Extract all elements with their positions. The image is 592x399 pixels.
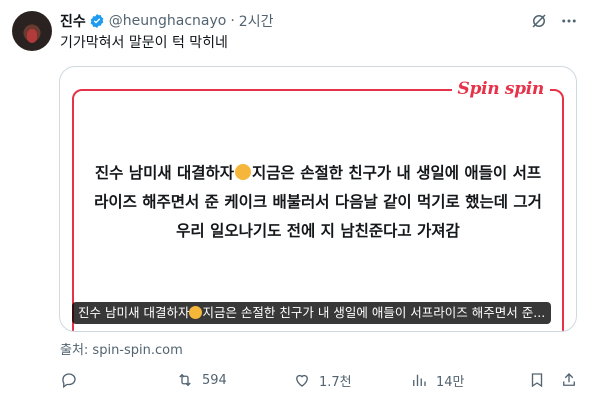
retweet-count: 594	[202, 372, 227, 388]
action-bar: 594 1.7천 14만	[60, 368, 580, 392]
caption-part2: 지금은 손절한 친구가 내 생일에 애들이 서프라이즈 해주면서 준...	[202, 305, 546, 320]
views-count: 14만	[436, 374, 465, 390]
like-icon	[296, 374, 308, 387]
views-button[interactable]: 14만	[410, 371, 465, 390]
card-caption: 진수 남미새 대결하자 지금은 손절한 친구가 내 생일에 애들이 서프라이즈 해…	[72, 302, 552, 324]
grok-icon[interactable]	[530, 12, 548, 30]
card-body-text: 진수 남미새 대결하자 지금은 손절한 친구가 내 생일에 애들이 서프라이즈 해…	[90, 159, 546, 246]
share-icon	[563, 373, 575, 386]
bookmark-icon	[531, 373, 543, 388]
author-handle[interactable]: @heunghacnayo	[109, 13, 227, 29]
more-icon[interactable]	[560, 12, 578, 30]
avatar-detail	[27, 29, 37, 43]
header-actions	[530, 12, 578, 30]
smirk-emoji-icon	[189, 306, 203, 319]
tweet-header: 진수 @heunghacnayo · 2시간	[60, 10, 273, 32]
link-card[interactable]: Spin spin 진수 남미새 대결하자지금은 손절한 친구가 내 생일에 애…	[59, 66, 577, 332]
reply-button[interactable]	[60, 371, 86, 389]
like-count: 1.7천	[319, 374, 352, 390]
retweet-button[interactable]: 594	[176, 371, 227, 389]
timestamp[interactable]: 2시간	[239, 11, 274, 31]
tweet-text: 기가막혀서 말문이 턱 막히네	[60, 35, 228, 51]
bookmark-button[interactable]	[528, 371, 546, 389]
smirk-emoji-icon	[235, 164, 252, 180]
reply-icon	[62, 373, 76, 389]
verified-badge-icon	[90, 14, 104, 28]
like-button[interactable]: 1.7천	[293, 371, 352, 390]
card-body-part1: 진수 남미새 대결하자	[94, 164, 235, 182]
avatar[interactable]	[12, 11, 52, 51]
retweet-icon	[179, 373, 191, 387]
source-link[interactable]: 출처: spin-spin.com	[60, 339, 183, 358]
brand-logo: Spin spin	[451, 79, 550, 99]
caption-part1: 진수 남미새 대결하자	[78, 305, 190, 320]
separator: ·	[230, 13, 235, 29]
share-button[interactable]	[560, 371, 578, 389]
views-icon	[413, 374, 426, 386]
author-name[interactable]: 진수	[60, 11, 86, 31]
